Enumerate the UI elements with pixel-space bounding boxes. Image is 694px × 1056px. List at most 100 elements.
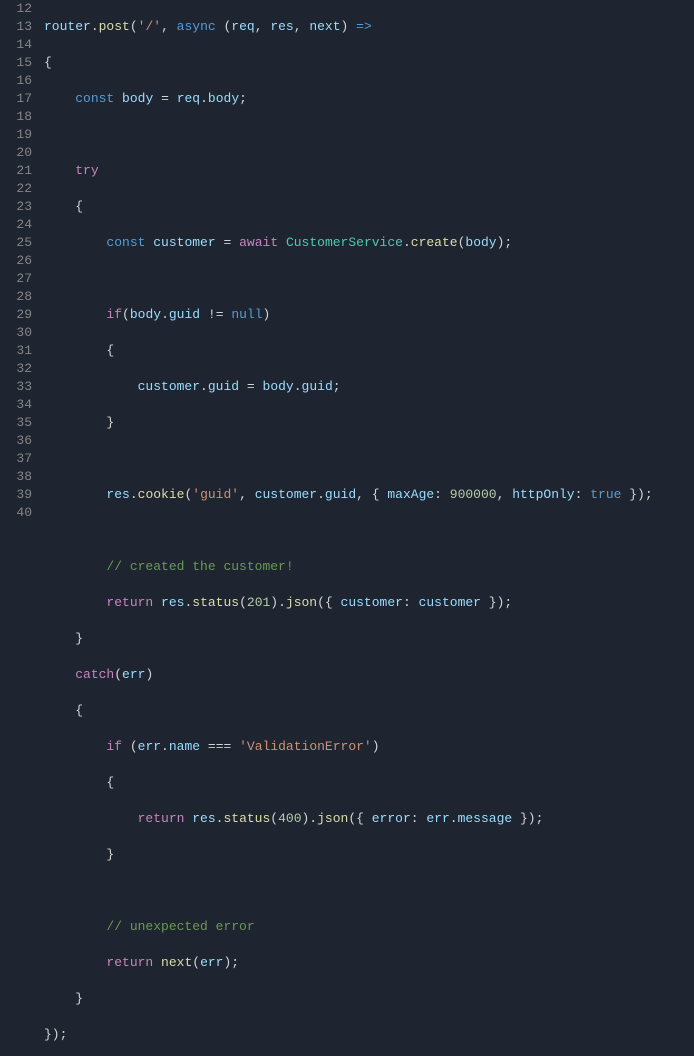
code-line: { [44, 342, 694, 360]
token: guid [169, 307, 200, 322]
line-number: 19 [0, 126, 32, 144]
token: err [426, 811, 449, 826]
token: customer [138, 379, 200, 394]
code-area[interactable]: router.post('/', async (req, res, next) … [40, 0, 694, 528]
token: cookie [138, 487, 185, 502]
token: != [208, 307, 224, 322]
line-number: 12 [0, 0, 32, 18]
token: err [138, 739, 161, 754]
code-line: // created the customer! [44, 558, 694, 576]
token: } [75, 991, 83, 1006]
token: return [106, 595, 153, 610]
token: post [99, 19, 130, 34]
line-number: 15 [0, 54, 32, 72]
line-number: 40 [0, 504, 32, 522]
line-number: 31 [0, 342, 32, 360]
token: json [286, 595, 317, 610]
token: body [465, 235, 496, 250]
code-line: { [44, 198, 694, 216]
token: } [75, 631, 83, 646]
line-number: 33 [0, 378, 32, 396]
code-line: return res.status(201).json({ customer: … [44, 594, 694, 612]
line-number: 18 [0, 108, 32, 126]
token: router [44, 19, 91, 34]
token: guid [208, 379, 239, 394]
token: customer [419, 595, 481, 610]
token: guid [302, 379, 333, 394]
code-line [44, 270, 694, 288]
token: body [263, 379, 294, 394]
code-editor[interactable]: 1213141516171819202122232425262728293031… [0, 0, 694, 528]
line-number: 32 [0, 360, 32, 378]
code-line: } [44, 630, 694, 648]
token: { [106, 343, 114, 358]
token: } [106, 415, 114, 430]
token: maxAge [387, 487, 434, 502]
token: 'guid' [192, 487, 239, 502]
line-number: 16 [0, 72, 32, 90]
token: = [161, 91, 169, 106]
token: next [161, 955, 192, 970]
token: 400 [278, 811, 301, 826]
token: json [317, 811, 348, 826]
code-line: { [44, 702, 694, 720]
token: try [75, 163, 98, 178]
code-line: const body = req.body; [44, 90, 694, 108]
token: const [106, 235, 145, 250]
code-line: router.post('/', async (req, res, next) … [44, 18, 694, 36]
token: res [270, 19, 293, 34]
code-line: if(body.guid != null) [44, 306, 694, 324]
line-number: 36 [0, 432, 32, 450]
token: 'ValidationError' [239, 739, 372, 754]
line-number: 24 [0, 216, 32, 234]
line-number: 26 [0, 252, 32, 270]
code-line [44, 882, 694, 900]
token: = [247, 379, 255, 394]
line-number: 29 [0, 306, 32, 324]
comment: // unexpected error [106, 919, 254, 934]
token: err [200, 955, 223, 970]
token: res [106, 487, 129, 502]
code-line: } [44, 414, 694, 432]
code-line [44, 126, 694, 144]
code-line [44, 522, 694, 540]
token: create [411, 235, 458, 250]
token: async [177, 19, 216, 34]
token: 900000 [450, 487, 497, 502]
line-number: 35 [0, 414, 32, 432]
token: true [590, 487, 621, 502]
token: } [106, 847, 114, 862]
token: name [169, 739, 200, 754]
token: { [75, 199, 83, 214]
token: await [239, 235, 278, 250]
line-number: 30 [0, 324, 32, 342]
token: 201 [247, 595, 270, 610]
line-number: 34 [0, 396, 32, 414]
line-number: 25 [0, 234, 32, 252]
token: ; [239, 91, 247, 106]
code-line: }); [44, 1026, 694, 1044]
token: status [192, 595, 239, 610]
token: => [356, 19, 372, 34]
code-line: { [44, 54, 694, 72]
token: if [106, 739, 122, 754]
token: err [122, 667, 145, 682]
line-number: 27 [0, 270, 32, 288]
token: null [231, 307, 262, 322]
token: return [106, 955, 153, 970]
line-number: 20 [0, 144, 32, 162]
code-line: if (err.name === 'ValidationError') [44, 738, 694, 756]
line-number: 14 [0, 36, 32, 54]
code-line: { [44, 774, 694, 792]
token: req [177, 91, 200, 106]
token: customer [153, 235, 215, 250]
token: error [372, 811, 411, 826]
token: status [223, 811, 270, 826]
token: res [161, 595, 184, 610]
token: message [458, 811, 513, 826]
token: body [130, 307, 161, 322]
token: === [208, 739, 231, 754]
code-line: catch(err) [44, 666, 694, 684]
line-number: 37 [0, 450, 32, 468]
token: guid [325, 487, 356, 502]
